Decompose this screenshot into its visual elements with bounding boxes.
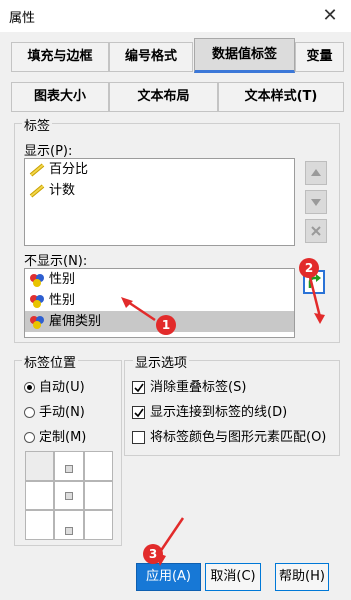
annotation-arrow-1 [121,297,156,322]
annotation-badge-2: 2 [299,258,319,278]
annotation-arrow-2 [308,276,325,324]
annotation-badge-3: 3 [143,544,163,564]
annotation-badge-1: 1 [156,315,176,335]
annotation-arrows [121,276,325,566]
